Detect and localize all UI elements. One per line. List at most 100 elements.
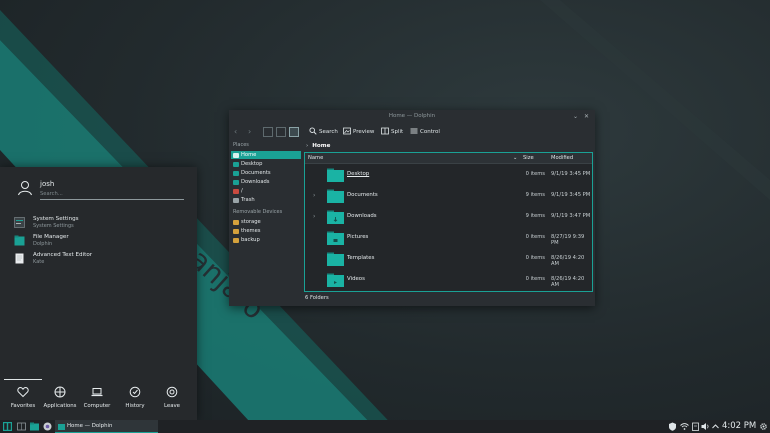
folder-icon — [327, 168, 344, 182]
tab-applications[interactable]: Applications — [41, 375, 79, 420]
places-item-label: / — [241, 188, 243, 194]
launcher-entry-subtitle: Kate — [33, 259, 45, 265]
launcher-entry-title: Advanced Text Editor — [33, 252, 93, 258]
column-modified[interactable]: Modified — [551, 153, 573, 163]
window-titlebar[interactable]: Home — Dolphin ⌄ ✕ — [229, 110, 595, 124]
split-button[interactable]: Split — [381, 126, 403, 138]
launcher-entry-text-editor[interactable]: Advanced Text Editor Kate — [14, 251, 184, 267]
places-item-root[interactable]: / — [231, 187, 301, 195]
file-name[interactable]: Desktop — [347, 171, 369, 177]
forward-icon[interactable]: › — [248, 126, 251, 138]
file-size: 0 items — [525, 171, 545, 177]
column-size[interactable]: Size — [523, 153, 534, 163]
file-view[interactable]: Name ⌄ Size Modified Desktop 0 items 9/1/1… — [304, 152, 593, 292]
file-name[interactable]: Pictures — [347, 234, 368, 240]
search-input[interactable]: Search... — [40, 190, 184, 200]
device-item-themes[interactable]: themes — [231, 227, 301, 235]
chevron-up-icon[interactable] — [711, 422, 720, 431]
places-item-desktop[interactable]: Desktop — [231, 160, 301, 168]
search-button[interactable]: Search — [309, 126, 338, 138]
removable-devices-heading: Removable Devices — [233, 209, 283, 215]
launcher-entry-file-manager[interactable]: File Manager Dolphin — [14, 233, 184, 249]
icons-view-icon[interactable] — [263, 127, 273, 137]
back-icon[interactable]: ‹ — [234, 126, 237, 138]
task-dolphin[interactable]: Home — Dolphin — [55, 420, 158, 433]
places-item-trash[interactable]: Trash — [231, 196, 301, 204]
tab-label: Favorites — [10, 403, 36, 409]
places-item-label: Documents — [241, 170, 271, 176]
volume-icon[interactable] — [701, 422, 710, 431]
expand-chevron-icon[interactable]: › — [313, 192, 315, 199]
places-item-label: Downloads — [241, 179, 270, 185]
places-item-label: Home — [241, 152, 257, 158]
places-item-home[interactable]: Home — [231, 151, 301, 159]
file-name[interactable]: Videos — [347, 276, 365, 282]
dolphin-window[interactable]: Home — Dolphin ⌄ ✕ ‹ › Search Preview Sp… — [229, 110, 595, 306]
minimize-icon[interactable]: ⌄ — [571, 112, 580, 121]
places-item-documents[interactable]: Documents — [231, 169, 301, 177]
launcher-entry-title: System Settings — [33, 216, 79, 222]
file-row[interactable]: Templates 0 items 8/26/19 4:20 AM — [305, 248, 592, 269]
browser-icon[interactable] — [43, 422, 52, 431]
preview-icon — [343, 127, 351, 134]
expand-chevron-icon[interactable]: › — [313, 213, 315, 220]
file-row[interactable]: › Documents 9 items 9/1/19 3:45 PM — [305, 185, 592, 206]
dolphin-launcher-icon[interactable] — [30, 422, 39, 431]
device-item-label: storage — [241, 219, 261, 225]
taskbar-panel: Home — Dolphin 4:02 PM — [0, 420, 770, 433]
tab-history[interactable]: History — [116, 375, 154, 420]
breadcrumb-home[interactable]: Home — [312, 143, 330, 149]
text-editor-icon — [15, 253, 24, 264]
places-heading: Places — [233, 142, 249, 148]
control-label: Control — [420, 129, 440, 135]
tab-favorites[interactable]: Favorites — [4, 375, 42, 420]
close-icon[interactable]: ✕ — [582, 112, 591, 121]
file-row[interactable]: › Downloads 9 items 9/1/19 3:47 PM — [305, 206, 592, 227]
tab-label: Applications — [43, 403, 77, 409]
manjaro-menu-icon[interactable] — [3, 422, 12, 431]
preview-label: Preview — [353, 129, 375, 135]
clipboard-icon[interactable] — [691, 422, 700, 431]
wifi-icon[interactable] — [680, 422, 689, 431]
file-name[interactable]: Downloads — [347, 213, 377, 219]
file-row[interactable]: Desktop 0 items 9/1/19 3:45 PM — [305, 164, 592, 185]
drive-icon — [233, 237, 239, 243]
trash-icon — [233, 197, 239, 203]
file-size: 0 items — [525, 276, 545, 282]
clock[interactable]: 4:02 PM — [722, 421, 756, 431]
control-button[interactable]: Control — [410, 126, 440, 138]
file-name[interactable]: Documents — [347, 192, 378, 198]
column-name[interactable]: Name — [308, 153, 323, 163]
details-view-icon[interactable] — [289, 127, 299, 137]
hamburger-menu-icon — [410, 128, 418, 133]
documents-folder-icon — [233, 170, 239, 176]
drive-icon — [233, 219, 239, 225]
launcher-entry-system-settings[interactable]: System Settings System Settings — [14, 215, 184, 231]
file-size: 0 items — [525, 234, 545, 240]
file-row[interactable]: Videos 0 items 8/26/19 4:20 AM — [305, 269, 592, 290]
compact-view-icon[interactable] — [276, 127, 286, 137]
tab-computer[interactable]: Computer — [78, 375, 116, 420]
places-item-downloads[interactable]: Downloads — [231, 178, 301, 186]
status-bar: 6 Folders — [305, 295, 329, 301]
folder-icon — [327, 273, 344, 287]
file-name[interactable]: Templates — [347, 255, 374, 261]
folder-icon — [327, 189, 344, 203]
drive-icon — [233, 228, 239, 234]
gear-icon[interactable] — [759, 422, 768, 431]
device-item-label: themes — [241, 228, 261, 234]
preview-button[interactable]: Preview — [343, 126, 374, 138]
device-item-backup[interactable]: backup — [231, 236, 301, 244]
shield-icon[interactable] — [668, 422, 677, 431]
device-item-storage[interactable]: storage — [231, 218, 301, 226]
avatar-icon[interactable] — [16, 179, 34, 197]
file-manager-icon — [14, 235, 25, 246]
pager-icon[interactable] — [17, 422, 26, 431]
breadcrumb[interactable]: › Home — [306, 141, 330, 151]
file-row[interactable]: Pictures 0 items 8/27/19 9:39 PM — [305, 227, 592, 248]
window-title: Home — Dolphin — [388, 113, 436, 119]
root-folder-icon — [233, 188, 239, 194]
toolbar: ‹ › Search Preview Split Control — [229, 124, 595, 140]
tab-leave[interactable]: Leave — [153, 375, 191, 420]
sort-chevron-icon[interactable]: ⌄ — [513, 153, 517, 163]
